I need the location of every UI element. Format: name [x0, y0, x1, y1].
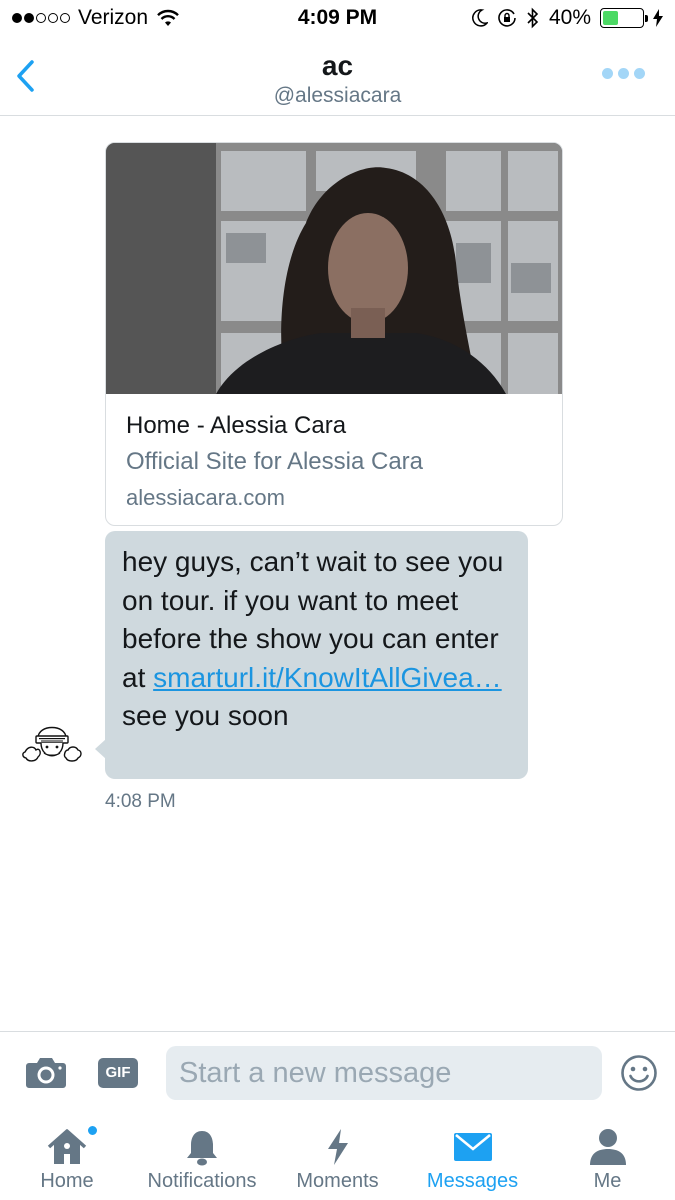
bell-icon [187, 1131, 217, 1166]
envelope-icon [453, 1133, 492, 1161]
message-link[interactable]: smarturl.it/KnowItAllGivea… [153, 662, 502, 693]
charging-bolt-icon [653, 9, 663, 27]
moon-icon [472, 9, 488, 27]
more-options-icon[interactable] [602, 68, 645, 79]
conversation-title: ac [321, 50, 354, 81]
battery-icon [600, 8, 648, 28]
message-text-end: see you soon [122, 700, 289, 731]
card-domain: alessiacara.com [126, 485, 285, 510]
tab-label: Moments [296, 1170, 379, 1192]
tab-label: Messages [426, 1170, 519, 1192]
home-icon [47, 1129, 87, 1164]
sender-avatar[interactable] [22, 716, 82, 772]
tab-moments[interactable]: Moments [270, 1113, 405, 1200]
tab-bar: Home Notifications Moments Messages Me [0, 1113, 675, 1200]
bubble-tail [95, 739, 106, 759]
gif-button[interactable]: GIF [98, 1058, 138, 1088]
home-notification-dot [87, 1125, 98, 1136]
battery-percent: 40% [548, 6, 591, 29]
message-input[interactable] [166, 1046, 602, 1100]
lightning-icon [327, 1129, 348, 1165]
preview-image [106, 143, 562, 394]
conversation-handle: @alessiacara [273, 84, 402, 107]
tab-me[interactable]: Me [540, 1113, 675, 1200]
person-icon [589, 1129, 626, 1165]
card-title: Home - Alessia Cara [126, 412, 347, 439]
emoji-icon[interactable] [620, 1054, 658, 1092]
orientation-lock-icon [498, 9, 516, 27]
camera-icon[interactable] [25, 1054, 67, 1090]
conversation-header: ac @alessiacara [0, 38, 675, 116]
message-timestamp: 4:08 PM [105, 791, 176, 812]
tab-label: Me [593, 1170, 622, 1192]
message-bubble: hey guys, can’t wait to see you on tour.… [95, 531, 528, 779]
battery-level [603, 11, 619, 25]
tab-home[interactable]: Home [0, 1113, 134, 1200]
tab-label: Home [40, 1170, 94, 1192]
tab-label: Notifications [147, 1170, 257, 1192]
card-description: Official Site for Alessia Cara [126, 448, 424, 475]
link-preview-card[interactable]: Home - Alessia Cara Official Site for Al… [105, 142, 563, 526]
message-composer: GIF [0, 1031, 675, 1113]
tab-messages[interactable]: Messages [405, 1113, 540, 1200]
status-bar: Verizon 4:09 PM 40% [0, 0, 675, 38]
tab-notifications[interactable]: Notifications [134, 1113, 270, 1200]
bluetooth-icon [527, 7, 539, 29]
